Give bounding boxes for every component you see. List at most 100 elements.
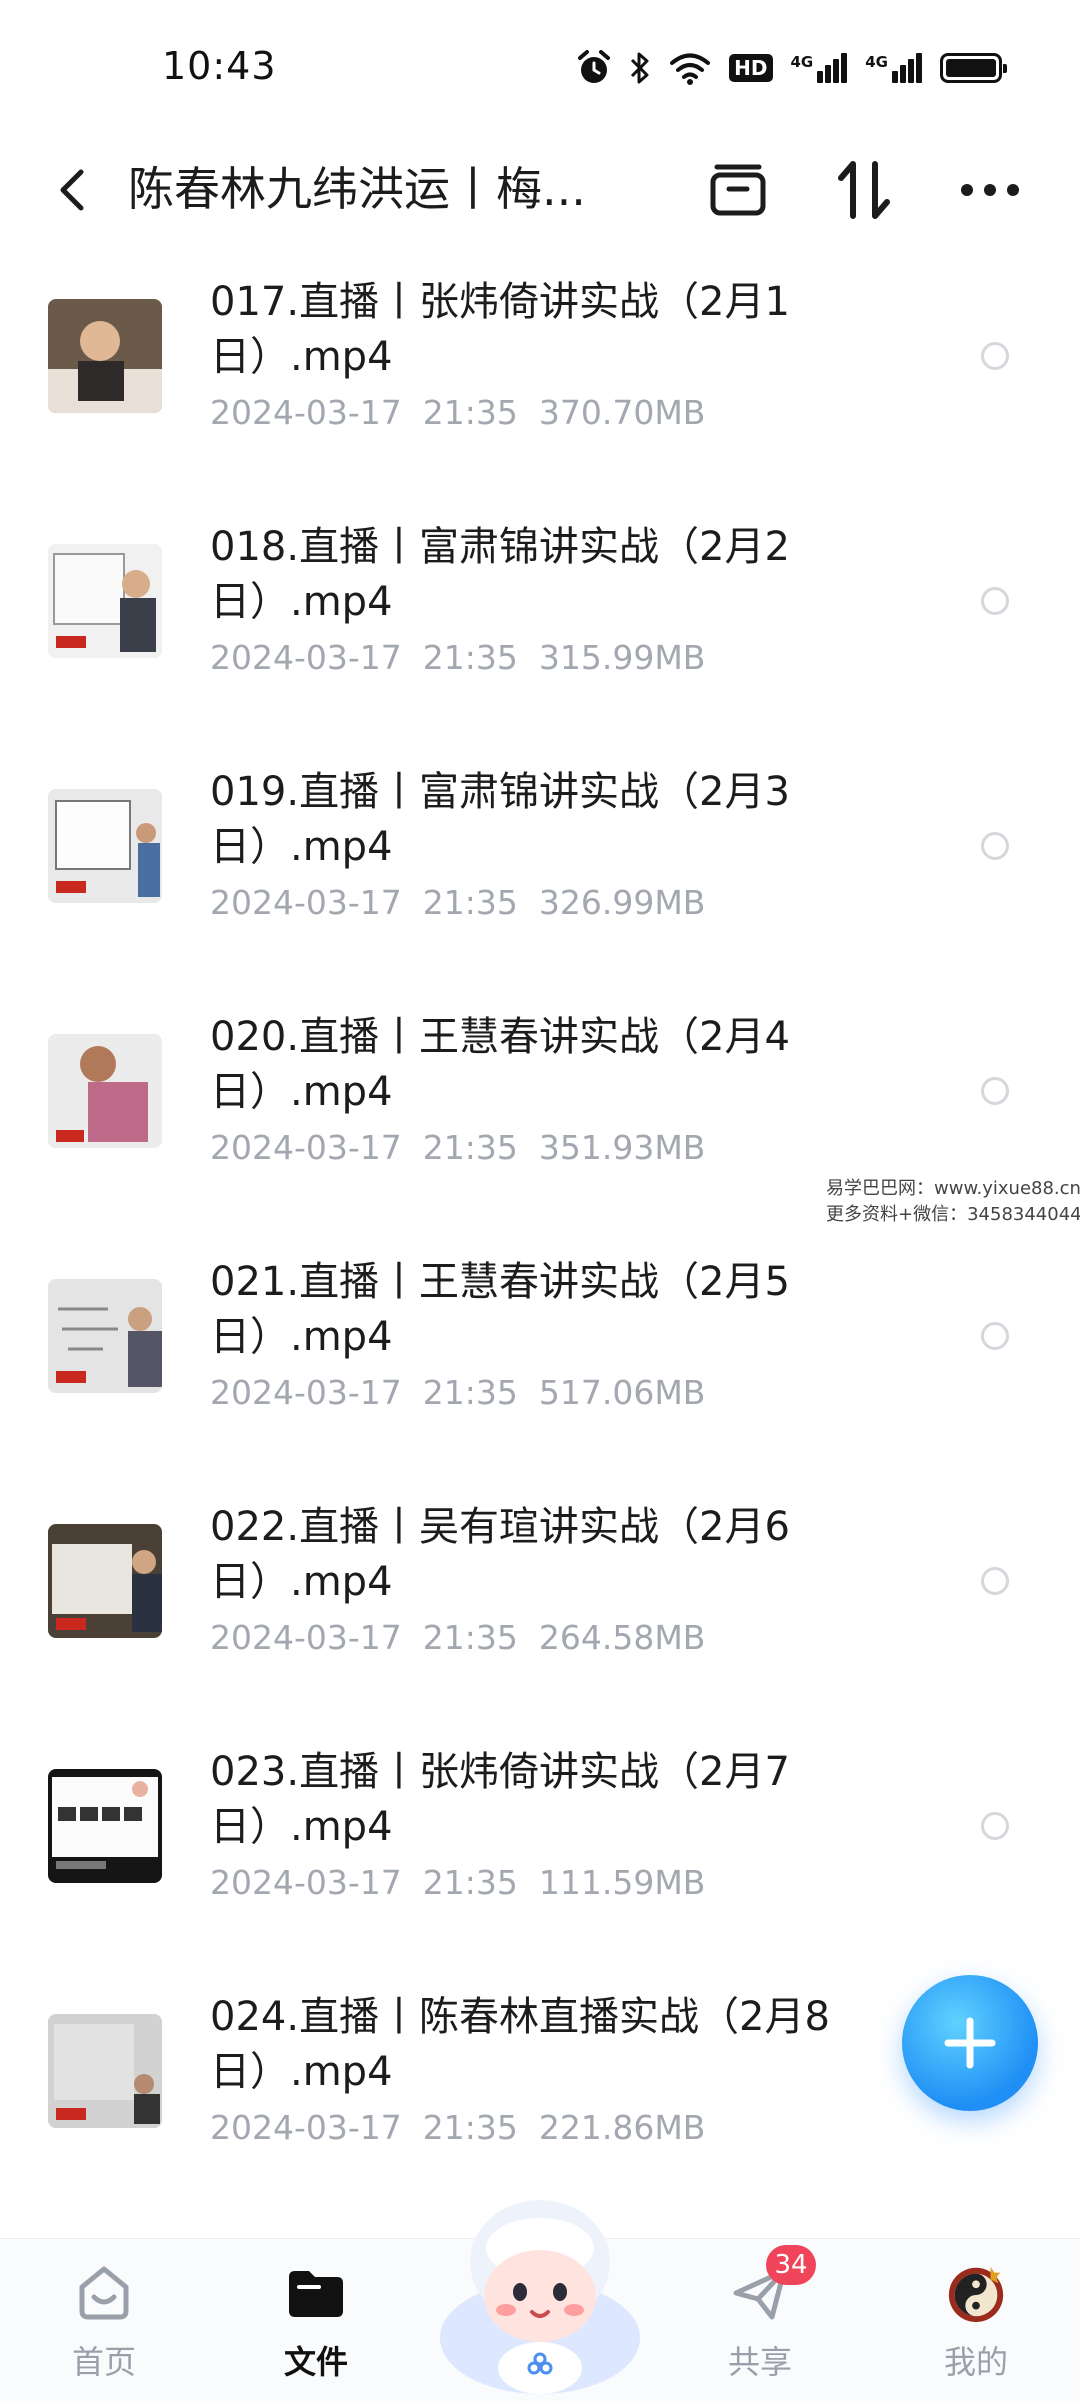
file-name: 023.直播丨张炜倚讲实战（2月7日）.mp4 [210,1749,790,1850]
file-name: 021.直播丨王慧春讲实战（2月5日）.mp4 [210,1259,790,1360]
network-type-label: 4G [865,53,888,71]
plus-icon [944,2017,996,2069]
file-time: 21:35 [422,1373,518,1412]
file-row[interactable]: 022.直播丨吴有瑄讲实战（2月6日）.mp4 2024-03-17 21:35… [0,1475,1080,1720]
add-button[interactable] [902,1975,1038,2111]
share-badge: 34 [766,2245,816,2285]
file-name: 020.直播丨王慧春讲实战（2月4日）.mp4 [210,1014,790,1115]
file-meta: 2024-03-17 21:35 326.99MB [210,883,705,922]
nav-share[interactable]: 34 共享 [680,2239,840,2401]
bluetooth-icon [631,52,649,84]
wifi-icon [670,53,711,85]
select-radio[interactable] [981,1077,1009,1105]
multi-select-button[interactable] [700,152,776,228]
file-meta: 2024-03-17 21:35 111.59MB [210,1863,705,1902]
page-title: 陈春林九纬洪运丨梅... [128,162,586,216]
file-name: 017.直播丨张炜倚讲实战（2月1日）.mp4 [210,279,790,380]
file-size: 264.58MB [538,1618,706,1657]
status-bar: 10:43 HD 4G 4G [0,0,1080,130]
status-icons: HD 4G 4G [577,46,1007,90]
video-thumbnail [48,1034,162,1148]
top-bar: 陈春林九纬洪运丨梅... [0,130,1080,250]
select-radio[interactable] [981,1812,1009,1840]
folder-icon [284,2261,348,2325]
file-date: 2024-03-17 [210,1128,402,1167]
file-meta: 2024-03-17 21:35 370.70MB [210,393,705,432]
file-name: 018.直播丨富肃锦讲实战（2月2日）.mp4 [210,524,790,625]
select-radio[interactable] [981,1567,1009,1595]
nav-files[interactable]: 文件 [236,2239,396,2401]
home-icon [72,2261,136,2325]
file-size: 221.86MB [538,2108,706,2147]
file-date: 2024-03-17 [210,883,402,922]
more-icon [961,184,1019,196]
status-time: 10:43 [162,44,277,88]
select-radio[interactable] [981,587,1009,615]
select-radio[interactable] [981,1322,1009,1350]
video-thumbnail [48,2014,162,2128]
file-row[interactable]: 017.直播丨张炜倚讲实战（2月1日）.mp4 2024-03-17 21:35… [0,250,1080,495]
sort-icon [838,161,890,219]
file-row[interactable]: 018.直播丨富肃锦讲实战（2月2日）.mp4 2024-03-17 21:35… [0,495,1080,740]
signal-icon: 4G [791,53,848,83]
file-time: 21:35 [422,2108,518,2147]
video-thumbnail [48,1524,162,1638]
battery-icon [940,53,1007,83]
hd-icon: HD [729,54,773,82]
archive-icon [710,164,766,216]
chevron-left-icon [60,169,84,211]
file-name: 019.直播丨富肃锦讲实战（2月3日）.mp4 [210,769,790,870]
file-date: 2024-03-17 [210,393,402,432]
watermark-line: 更多资料+微信：3458344044 [826,1204,1080,1225]
file-size: 111.59MB [538,1863,706,1902]
file-date: 2024-03-17 [210,1618,402,1657]
nav-share-label: 共享 [727,2343,792,2381]
assistant-mascot-button[interactable] [430,2178,650,2400]
avatar [944,2261,1008,2325]
file-date: 2024-03-17 [210,1863,402,1902]
file-time: 21:35 [422,393,518,432]
signal-icon: 4G [865,53,922,83]
file-size: 326.99MB [538,883,706,922]
more-button[interactable] [952,152,1028,228]
watermark-line: 易学巴巴网：www.yixue88.cn [826,1178,1080,1199]
file-date: 2024-03-17 [210,638,402,677]
watermark: 易学巴巴网：www.yixue88.cn 更多资料+微信：3458344044 [826,1176,1080,1228]
file-time: 21:35 [422,1618,518,1657]
sort-button[interactable] [826,152,902,228]
file-row[interactable]: 023.直播丨张炜倚讲实战（2月7日）.mp4 2024-03-17 21:35… [0,1720,1080,1965]
nav-home[interactable]: 首页 [24,2239,184,2401]
select-radio[interactable] [981,832,1009,860]
file-time: 21:35 [422,1863,518,1902]
file-time: 21:35 [422,1128,518,1167]
file-name: 024.直播丨陈春林直播实战（2月8日）.mp4 [210,1994,830,2095]
file-meta: 2024-03-17 21:35 221.86MB [210,2108,705,2147]
file-meta: 2024-03-17 21:35 264.58MB [210,1618,705,1657]
video-thumbnail [48,1769,162,1883]
video-thumbnail [48,1279,162,1393]
nav-home-label: 首页 [71,2343,136,2381]
back-button[interactable] [44,152,100,228]
file-meta: 2024-03-17 21:35 315.99MB [210,638,705,677]
alarm-icon [578,50,611,83]
network-type-label: 4G [790,53,814,71]
file-size: 517.06MB [538,1373,706,1412]
file-time: 21:35 [422,638,518,677]
video-thumbnail [48,544,162,658]
file-size: 351.93MB [538,1128,706,1167]
file-name: 022.直播丨吴有瑄讲实战（2月6日）.mp4 [210,1504,790,1605]
file-date: 2024-03-17 [210,1373,402,1412]
nav-files-label: 文件 [283,2343,348,2381]
select-radio[interactable] [981,342,1009,370]
nav-mine[interactable]: 我的 [896,2239,1056,2401]
file-meta: 2024-03-17 21:35 351.93MB [210,1128,705,1167]
file-row[interactable]: 019.直播丨富肃锦讲实战（2月3日）.mp4 2024-03-17 21:35… [0,740,1080,985]
video-thumbnail [48,789,162,903]
nav-mine-label: 我的 [943,2343,1008,2381]
file-size: 315.99MB [538,638,706,677]
file-size: 370.70MB [538,393,706,432]
file-time: 21:35 [422,883,518,922]
file-row[interactable]: 021.直播丨王慧春讲实战（2月5日）.mp4 2024-03-17 21:35… [0,1230,1080,1475]
video-thumbnail [48,299,162,413]
file-date: 2024-03-17 [210,2108,402,2147]
